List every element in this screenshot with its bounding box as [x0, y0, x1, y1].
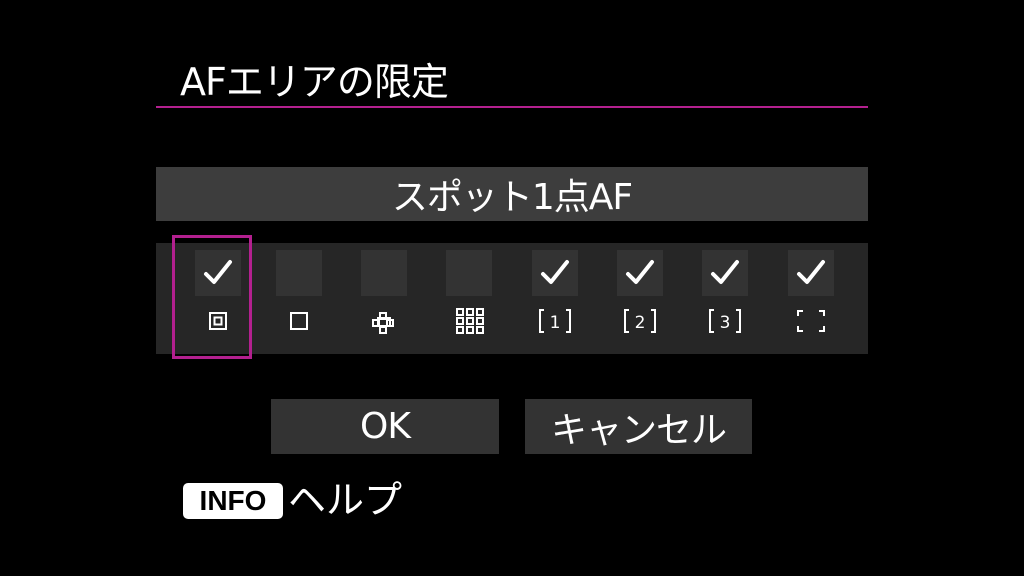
checkbox[interactable]: [617, 250, 663, 296]
mode-cell-zone-1[interactable]: 1: [525, 243, 585, 354]
mode-cell-zone-3[interactable]: 3: [695, 243, 755, 354]
zone-3-icon: 3: [702, 307, 748, 335]
mode-cell-whole-area-af[interactable]: [781, 243, 841, 354]
mode-cell-single-point-af[interactable]: [269, 243, 329, 354]
info-button-badge: INFO: [183, 483, 283, 519]
title-divider: [156, 106, 868, 108]
current-mode-label: スポット1点AF: [156, 167, 868, 221]
page-title: AFエリアの限定: [180, 60, 449, 104]
checkbox[interactable]: [788, 250, 834, 296]
selection-cursor: [172, 235, 252, 359]
svg-text:3: 3: [720, 313, 731, 333]
svg-text:1: 1: [550, 313, 561, 333]
svg-text:2: 2: [635, 313, 646, 333]
checkbox[interactable]: [361, 250, 407, 296]
checkmark-icon: [541, 260, 569, 284]
af-mode-grid: 1 2 3: [156, 243, 868, 354]
whole-area-icon: [788, 307, 834, 335]
checkbox[interactable]: [446, 250, 492, 296]
checkmark-icon: [711, 260, 739, 284]
single-point-af-icon: [276, 307, 322, 335]
zone-1-icon: 1: [532, 307, 578, 335]
checkbox[interactable]: [276, 250, 322, 296]
cancel-button[interactable]: キャンセル: [525, 399, 752, 454]
expand-around-af-icon: [446, 307, 492, 335]
help-label: ヘルプ: [288, 478, 403, 522]
checkmark-icon: [626, 260, 654, 284]
checkbox[interactable]: [702, 250, 748, 296]
mode-cell-zone-2[interactable]: 2: [610, 243, 670, 354]
checkbox[interactable]: [532, 250, 578, 296]
mode-cell-expand-around-af[interactable]: [439, 243, 499, 354]
zone-2-icon: 2: [617, 307, 663, 335]
checkmark-icon: [797, 260, 825, 284]
expand-cross-af-icon: [361, 307, 407, 335]
ok-button[interactable]: OK: [271, 399, 499, 454]
mode-cell-expand-cross-af[interactable]: [354, 243, 414, 354]
